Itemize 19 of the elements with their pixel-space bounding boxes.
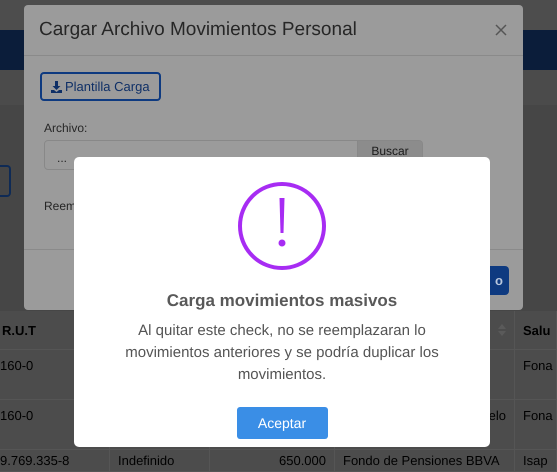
- template-button[interactable]: Plantilla Carga: [40, 72, 161, 101]
- table-cell: Indefinido: [110, 450, 210, 472]
- table-cell: 650.000: [210, 450, 335, 472]
- table-cell: Isap: [515, 450, 557, 472]
- table-cell: Fondo de Pensiones BBVA: [335, 450, 515, 472]
- table-cell: Fona: [515, 350, 557, 400]
- warning-icon: [237, 181, 327, 271]
- column-header: Salu: [523, 322, 550, 338]
- download-icon: [51, 80, 62, 92]
- alert-title: Carga movimientos masivos: [166, 291, 398, 311]
- file-label: Archivo:: [44, 121, 88, 135]
- dialog-title: Cargar Archivo Movimientos Personal: [39, 19, 357, 41]
- table-cell: Fona: [515, 400, 557, 450]
- button-edge[interactable]: [0, 165, 11, 197]
- column-header: R.U.T: [2, 322, 36, 338]
- accept-button[interactable]: Aceptar: [236, 407, 328, 439]
- close-icon[interactable]: [495, 24, 507, 36]
- table-cell: 9.769.335-8: [0, 450, 110, 472]
- alert-message: Al quitar este check, no se reemplazaran lo movimientos anteriores y se podría duplicar los movimientos.: [124, 321, 440, 385]
